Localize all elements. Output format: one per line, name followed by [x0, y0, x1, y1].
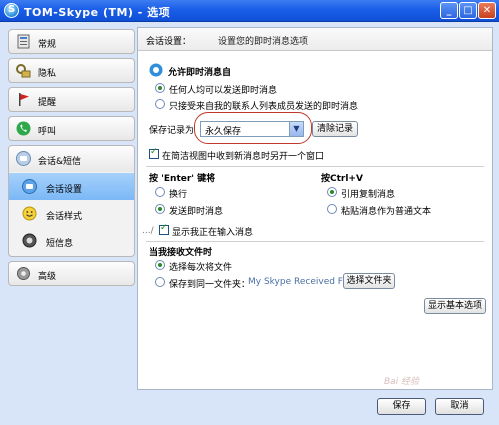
panel-header-label: 会话设置： — [146, 37, 192, 47]
enter-key-title: 按 'Enter' 键将 — [149, 174, 216, 184]
chat-settings-icon — [22, 179, 37, 194]
ctrlv-quote-radio[interactable] — [327, 187, 337, 197]
enter-send-label: 发送即时消息 — [169, 207, 224, 217]
divider — [146, 241, 484, 242]
sidebar-item-label: 会话设置 — [46, 185, 83, 195]
panel-header-description: 设置您的即时消息选项 — [218, 37, 309, 47]
sidebar-item-privacy[interactable]: 隐私 — [8, 58, 135, 83]
sidebar-item-label: 提醒 — [38, 98, 57, 108]
typing-marker: .../ — [142, 226, 154, 236]
ctrlv-plain-radio[interactable] — [327, 204, 337, 214]
sidebar-item-label: 呼叫 — [38, 127, 57, 137]
flag-icon — [19, 93, 29, 106]
received-folder-path: My Skype Received Files — [248, 277, 358, 287]
ctrlv-plain-label: 粘贴消息作为普通文本 — [341, 207, 432, 217]
title-bar: TOM-Skype (TM) - 选项 _ □ ✕ — [0, 0, 499, 22]
choose-folder-button[interactable]: 选择文件夹 — [343, 273, 395, 289]
skype-status-icon — [149, 63, 163, 77]
allow-anyone-radio[interactable] — [155, 83, 165, 93]
file-ask-radio[interactable] — [155, 260, 165, 270]
window-title: TOM-Skype (TM) - 选项 — [24, 6, 171, 19]
sidebar-item-label: 高级 — [38, 272, 57, 282]
file-receive-title: 当我接收文件时 — [149, 248, 213, 258]
sidebar-item-chat-settings[interactable]: 会话设置 — [9, 173, 134, 200]
sidebar-item-label: 隐私 — [38, 69, 57, 79]
sidebar-item-general[interactable]: 常规 — [8, 29, 135, 54]
save-history-label: 保存记录为 — [149, 126, 195, 136]
cancel-button[interactable]: 取消 — [435, 398, 484, 415]
sidebar-item-advanced[interactable]: 高级 — [8, 261, 135, 286]
general-icon — [17, 34, 30, 49]
save-history-value: 永久保存 — [205, 127, 242, 137]
sidebar-item-chat-sms[interactable]: 会话&短信 — [9, 146, 134, 172]
sidebar-item-label: 短信息 — [46, 239, 74, 249]
smiley-icon — [22, 206, 37, 221]
panel-header: 会话设置： 设置您的即时消息选项 — [138, 28, 492, 51]
maximize-button[interactable]: □ — [459, 2, 477, 19]
enter-newline-radio[interactable] — [155, 187, 165, 197]
chat-icon — [16, 151, 31, 166]
save-history-select[interactable]: 永久保存 ▼ — [200, 121, 304, 137]
show-typing-label: 显示我正在输入消息 — [172, 228, 254, 238]
sidebar-item-sms[interactable]: 短信息 — [9, 227, 134, 254]
new-window-label: 在简洁视图中收到新消息时另开一个窗口 — [162, 152, 325, 162]
allow-im-title: 允许即时消息自 — [168, 68, 232, 78]
file-ask-label: 选择每次将文件 — [169, 263, 233, 273]
watermark: Bai 经验 — [384, 377, 420, 387]
phone-icon — [16, 121, 31, 136]
minimize-button[interactable]: _ — [440, 2, 458, 19]
sidebar: 常规 隐私 提醒 呼叫 会话&短信 会话设置 会话样式 短信息 高级 — [4, 27, 135, 417]
file-same-folder-radio[interactable] — [155, 277, 165, 287]
enter-newline-label: 换行 — [169, 190, 188, 200]
skype-app-icon — [4, 3, 19, 18]
file-same-folder-label: 保存到同一文件夹： — [169, 280, 251, 290]
allow-contacts-only-label: 只接受来自我的联系人列表成员发送的即时消息 — [169, 102, 359, 112]
chat-sms-group: 会话&短信 会话设置 会话样式 短信息 — [8, 145, 135, 257]
sidebar-item-calls[interactable]: 呼叫 — [8, 116, 135, 141]
clear-history-button[interactable]: 清除记录 — [312, 121, 358, 137]
sidebar-item-label: 会话样式 — [46, 212, 83, 222]
sidebar-item-label: 常规 — [38, 40, 57, 50]
sidebar-item-label: 会话&短信 — [38, 157, 82, 167]
sidebar-item-chat-style[interactable]: 会话样式 — [9, 200, 134, 227]
ctrlv-quote-label: 引用复制消息 — [341, 190, 396, 200]
close-button[interactable]: ✕ — [478, 2, 496, 19]
allow-contacts-only-radio[interactable] — [155, 99, 165, 109]
new-window-checkbox[interactable] — [149, 147, 159, 159]
show-typing-checkbox[interactable] — [159, 223, 169, 235]
gear-icon — [17, 267, 30, 280]
ctrlv-title: 按Ctrl+V — [321, 174, 363, 184]
chevron-down-icon[interactable]: ▼ — [289, 122, 303, 136]
privacy-lock-icon — [16, 64, 31, 78]
save-button[interactable]: 保存 — [377, 398, 426, 415]
divider — [146, 166, 484, 167]
settings-panel: 会话设置： 设置您的即时消息选项 允许即时消息自 任何人均可以发送即时消息 只接… — [137, 27, 493, 390]
allow-anyone-label: 任何人均可以发送即时消息 — [169, 86, 278, 96]
enter-send-radio[interactable] — [155, 204, 165, 214]
show-basic-options-button[interactable]: 显示基本选项 — [424, 298, 486, 314]
sidebar-item-alerts[interactable]: 提醒 — [8, 87, 135, 112]
sms-icon — [22, 233, 37, 248]
